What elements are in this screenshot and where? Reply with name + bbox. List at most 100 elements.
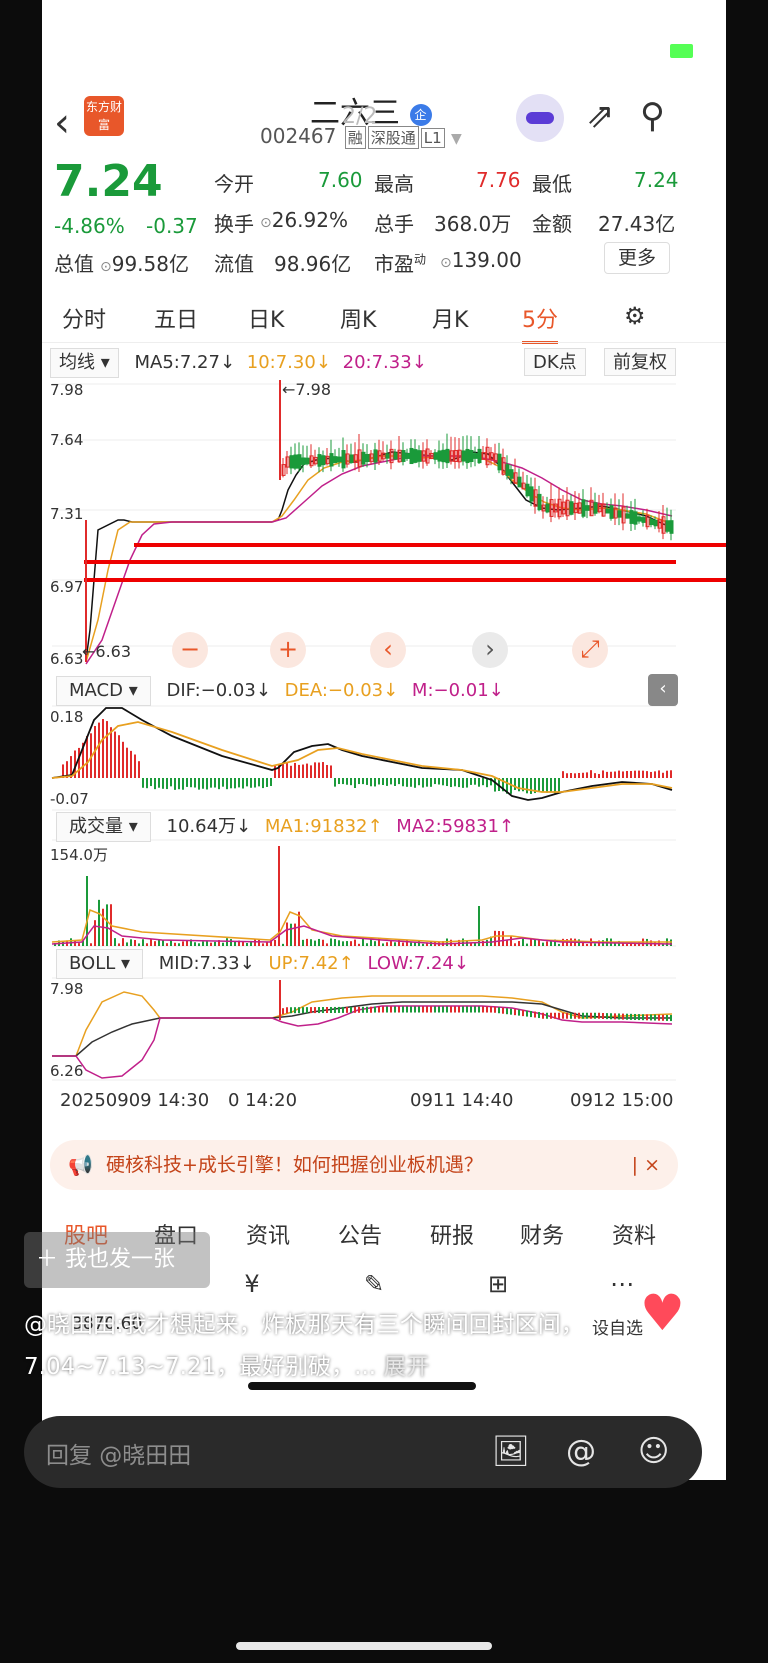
tab-5min[interactable]: 5分 — [522, 302, 558, 344]
volume-bar — [202, 941, 204, 946]
scroll-left-button[interactable]: ‹ — [370, 632, 406, 668]
volume-bar — [234, 941, 236, 946]
settings-gear-icon[interactable]: ⚙ — [624, 302, 646, 330]
collapse-arrow-icon[interactable]: ‹ — [648, 674, 678, 706]
volume-bar — [346, 941, 348, 946]
volume-bar — [354, 939, 356, 946]
boll-candle — [618, 1013, 620, 1020]
macd-bar — [362, 778, 364, 785]
tag-margin: 融 — [344, 126, 366, 149]
boll-candle — [614, 1013, 616, 1020]
edit-icon[interactable]: ✎ — [354, 1270, 394, 1298]
boll-candle — [462, 1006, 464, 1013]
tab-research[interactable]: 研报 — [430, 1218, 474, 1250]
candle-body — [465, 448, 470, 464]
kline-ylabel-3: 7.31 — [50, 505, 84, 523]
volume-selector[interactable]: 成交量 ▾ — [56, 812, 151, 842]
macd-bar — [154, 778, 156, 790]
candle-body — [537, 493, 542, 511]
macd-bar — [146, 778, 148, 789]
mention-icon[interactable]: @ — [566, 1434, 596, 1469]
reply-input[interactable]: 回复 @晓田田 🖼 @ ☺ — [24, 1416, 702, 1488]
macd-bar — [458, 778, 460, 788]
boll-candle — [330, 1006, 332, 1013]
macd-bar — [262, 778, 264, 789]
boll-candle — [558, 1012, 560, 1019]
boll-candle — [398, 1006, 400, 1013]
promo-banner[interactable]: 📢 硬核科技+成长引擎！如何把握创业板机遇？ | × — [50, 1140, 678, 1190]
volume-bar — [138, 943, 140, 946]
candle-body — [437, 450, 442, 462]
volume-bar — [158, 939, 160, 946]
emoji-icon[interactable]: ☺ — [638, 1434, 669, 1469]
candle-body — [297, 454, 302, 469]
tab-news[interactable]: 资讯 — [246, 1218, 290, 1250]
candle-body — [341, 450, 346, 469]
share-icon[interactable]: ⇗ — [586, 96, 615, 136]
info-icon[interactable]: ⊙ — [100, 259, 112, 275]
macd-bar — [402, 778, 404, 787]
candle-body — [665, 520, 670, 532]
tab-weekly-k[interactable]: 周K — [340, 302, 376, 334]
macd-selector[interactable]: MACD ▾ — [56, 676, 151, 706]
image-icon[interactable]: 🖼 — [492, 1434, 530, 1469]
tab-announcements[interactable]: 公告 — [338, 1218, 382, 1250]
tab-intraday[interactable]: 分时 — [62, 302, 106, 334]
trade-icon[interactable]: ¥ — [232, 1270, 272, 1298]
candle-body — [361, 451, 366, 465]
volume-bar — [194, 942, 196, 946]
tab-five-day[interactable]: 五日 — [154, 302, 198, 334]
tab-daily-k[interactable]: 日K — [248, 302, 284, 334]
macd-bar — [530, 778, 532, 794]
expand-icon[interactable]: ⤢ — [572, 632, 608, 668]
boll-candle — [350, 1006, 352, 1013]
macd-bar — [266, 778, 268, 787]
candle-body — [517, 476, 522, 488]
macd-bar — [218, 778, 220, 790]
pe-sup: 动 — [414, 252, 427, 267]
boll-candle — [498, 1007, 500, 1014]
boll-candle — [506, 1008, 508, 1015]
info-icon[interactable]: ⊙ — [260, 215, 272, 231]
boll-candle — [414, 1006, 416, 1013]
tab-monthly-k[interactable]: 月K — [432, 302, 468, 334]
macd-bar — [406, 778, 408, 787]
zoom-out-button[interactable]: − — [172, 632, 208, 668]
candle-body — [649, 518, 654, 526]
volume-bar — [282, 943, 284, 946]
macd-bar — [378, 778, 380, 785]
macd-bar — [574, 773, 576, 778]
more-button[interactable]: 更多 — [604, 242, 670, 274]
post-image-label: 我也发一张 — [65, 1247, 176, 1272]
zoom-in-button[interactable]: + — [270, 632, 306, 668]
chevron-left-icon[interactable]: ‹ — [54, 100, 70, 146]
boll-mid: MID:7.33↓ — [158, 953, 255, 974]
macd-bar — [454, 778, 456, 787]
macd-bar — [470, 778, 472, 785]
volume-ma2: MA2:59831↑ — [396, 816, 514, 837]
search-icon[interactable]: ⚲ — [640, 96, 665, 136]
close-icon[interactable]: | × — [632, 1140, 660, 1190]
macd-bar — [514, 778, 516, 791]
boll-selector[interactable]: BOLL ▾ — [56, 949, 144, 979]
tab-financials[interactable]: 财务 — [520, 1218, 564, 1250]
expand-link[interactable]: 展开 — [383, 1354, 429, 1380]
low-marker: ←6.63 — [82, 642, 132, 661]
boll-candle — [662, 1014, 664, 1021]
macd-legend: MACD ▾ DIF:−0.03↓ DEA:−0.03↓ M:−0.01↓ — [56, 676, 504, 706]
caret-down-icon[interactable]: ▼ — [451, 131, 462, 147]
macd-bar — [102, 719, 104, 778]
post-image-button[interactable]: ＋ 我也发一张 — [24, 1232, 210, 1288]
more-dots-icon[interactable]: ⋯ — [602, 1270, 642, 1298]
tab-profile[interactable]: 资料 — [612, 1218, 656, 1250]
heart-icon[interactable]: ♥ — [640, 1288, 685, 1338]
boll-candle — [650, 1014, 652, 1021]
grid-icon[interactable]: ⊞ — [478, 1270, 518, 1298]
assistant-avatar-icon[interactable] — [516, 94, 564, 142]
status-bar: 01:30 00:57 4G ◠ — [0, 0, 768, 95]
candle-body — [545, 503, 550, 513]
info-icon[interactable]: ⊙ — [440, 255, 452, 271]
macd-bar — [290, 765, 292, 778]
scroll-right-button[interactable]: › — [472, 632, 508, 668]
boll-ylabel-top: 7.98 — [50, 980, 84, 998]
